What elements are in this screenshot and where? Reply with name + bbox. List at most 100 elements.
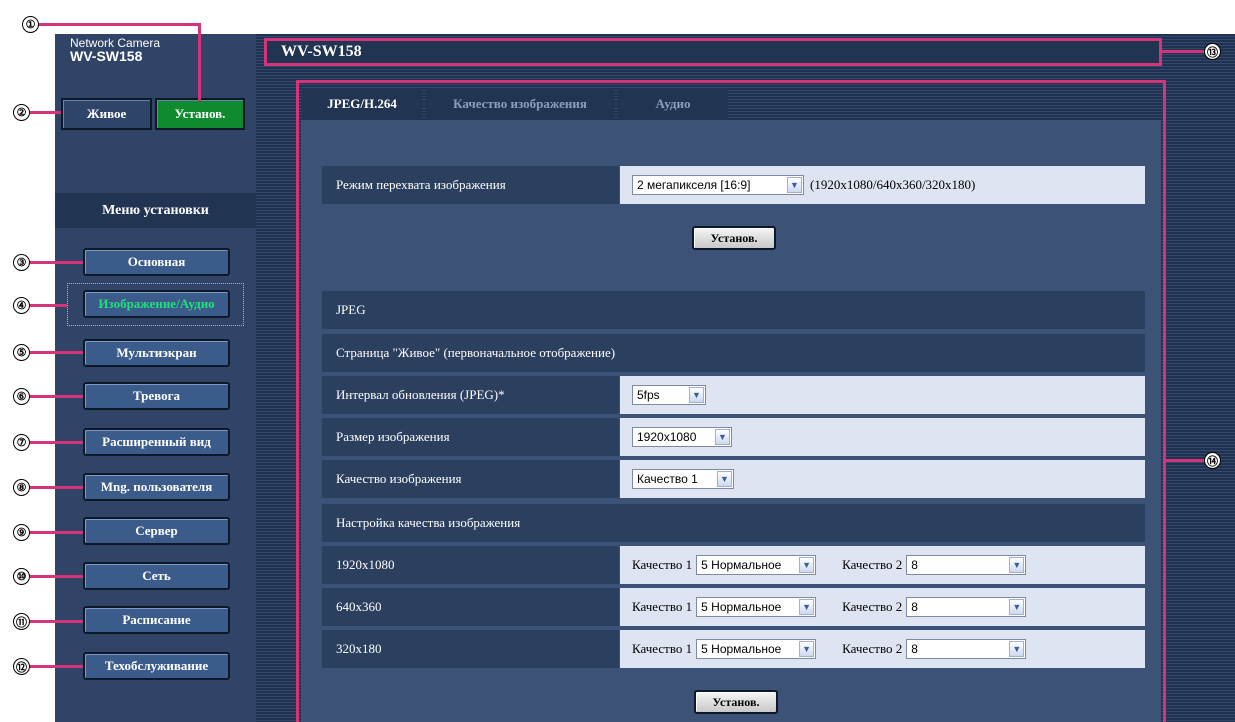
quality1-label: Качество 1 [632,557,693,572]
callout-line-12 [30,665,83,668]
callout-12: ⑫ [13,658,30,675]
live-button[interactable]: Живое [61,98,152,130]
menu-server-button[interactable]: Сервер [83,517,230,545]
jpeg-section-header: JPEG [322,291,1145,329]
quality2-select[interactable]: 8 ▼ [906,555,1027,575]
callout-13: ⑬ [1204,43,1221,60]
callout-3: ③ [13,254,30,271]
callout-4: ④ [13,297,30,314]
callout-line-14 [1166,459,1204,462]
callout-line-8 [30,486,83,489]
quality2-label: Качество 2 [842,557,903,572]
quality-row-resolution: 1920x1080 [322,546,619,584]
chevron-down-icon: ▼ [689,387,704,403]
callout-9: ⑨ [13,524,30,541]
quality2-label: Качество 2 [842,641,903,656]
quality1-select[interactable]: 5 Нормальное ▼ [696,555,817,575]
chevron-down-icon: ▼ [1009,641,1025,657]
quality1-value: 5 Нормальное [701,558,782,572]
image-quality-cell: Качество 1 ▼ [620,460,1145,498]
quality-row-cell: Качество 1 5 Нормальное ▼ Качество 2 8 ▼ [620,588,1145,626]
quality2-value: 8 [911,642,918,656]
callout-6: ⑥ [13,388,30,405]
brand: Network Camera WV-SW158 [70,37,160,64]
refresh-interval-label: Интервал обновления (JPEG)* [322,376,619,414]
jpeg-section-title: JPEG [336,302,366,317]
quality-settings-title: Настройка качества изображения [336,515,521,530]
live-page-title: Страница "Живое" (первоначальное отображ… [336,345,616,360]
quality-row-1920: 1920x1080 Качество 1 5 Нормальное ▼ Качес… [322,546,1145,584]
quality2-value: 8 [911,558,918,572]
callout-1: ① [22,16,39,33]
capture-mode-label: Режим перехвата изображения [322,166,619,204]
capture-mode-value-cell: 2 мегапикселя [16:9] ▼ (1920x1080/640x360… [620,166,1145,204]
menu-image-audio-button[interactable]: Изображение/Аудио [83,290,230,318]
image-size-cell: 1920x1080 ▼ [620,418,1145,456]
quality-row-resolution: 320x180 [322,630,619,668]
callout-line-7 [30,441,83,444]
refresh-interval-row: Интервал обновления (JPEG)* 5fps ▼ [322,376,1145,414]
callout-line-2 [30,111,61,114]
quality1-select[interactable]: 5 Нормальное ▼ [696,639,817,659]
image-size-select[interactable]: 1920x1080 ▼ [632,427,732,447]
image-quality-row: Качество изображения Качество 1 ▼ [322,460,1145,498]
menu-user-mng-button[interactable]: Mng. пользователя [83,473,230,501]
callout-line-4 [30,304,67,307]
callout-line-6 [30,395,83,398]
callout-line-1-h [31,23,201,26]
refresh-interval-select[interactable]: 5fps ▼ [632,385,706,405]
setup-button[interactable]: Установ. [155,98,245,130]
capture-mode-info: (1920x1080/640x360/320x180) [810,177,976,192]
chevron-down-icon: ▼ [717,471,732,487]
quality-row-resolution: 640x360 [322,588,619,626]
image-quality-select[interactable]: Качество 1 ▼ [632,469,734,489]
callout-line-13 [1162,50,1204,53]
chevron-down-icon: ▼ [1009,557,1025,573]
quality-row-cell: Качество 1 5 Нормальное ▼ Качество 2 8 ▼ [620,630,1145,668]
chevron-down-icon: ▼ [799,557,815,573]
menu-advanced-button[interactable]: Расширенный вид [83,428,230,456]
chevron-down-icon: ▼ [715,429,730,445]
set-button-capture[interactable]: Установ. [692,226,776,250]
chevron-down-icon: ▼ [799,599,815,615]
quality1-label: Качество 1 [632,641,693,656]
menu-network-button[interactable]: Сеть [83,562,230,590]
menu-multiscreen-button[interactable]: Мультиэкран [83,339,230,367]
capture-mode-select[interactable]: 2 мегапикселя [16:9] ▼ [632,175,804,195]
quality2-select[interactable]: 8 ▼ [906,639,1027,659]
quality-row-320: 320x180 Качество 1 5 Нормальное ▼ Качеств… [322,630,1145,668]
callout-8: ⑧ [13,479,30,496]
image-size-label: Размер изображения [322,418,619,456]
set-button-jpeg[interactable]: Установ. [694,690,778,714]
image-quality-label: Качество изображения [322,460,619,498]
live-page-header: Страница "Живое" (первоначальное отображ… [322,334,1145,372]
quality-row-640: 640x360 Качество 1 5 Нормальное ▼ Качеств… [322,588,1145,626]
chevron-down-icon: ▼ [787,177,802,193]
callout-10: ⑩ [13,568,30,585]
chevron-down-icon: ▼ [799,641,815,657]
image-size-row: Размер изображения 1920x1080 ▼ [322,418,1145,456]
quality2-value: 8 [911,600,918,614]
quality2-label: Качество 2 [842,599,903,614]
quality1-label: Качество 1 [632,599,693,614]
quality-row-cell: Качество 1 5 Нормальное ▼ Качество 2 8 ▼ [620,546,1145,584]
menu-basic-button[interactable]: Основная [83,248,230,276]
callout-line-9 [30,531,83,534]
quality2-select[interactable]: 8 ▼ [906,597,1027,617]
menu-alarm-button[interactable]: Тревога [83,382,230,410]
image-quality-value: Качество 1 [637,472,698,486]
brand-model: WV-SW158 [70,48,143,64]
quality1-select[interactable]: 5 Нормальное ▼ [696,597,817,617]
menu-maintenance-button[interactable]: Техобслуживание [83,652,230,680]
callout-line-3 [30,261,83,264]
callout-line-10 [30,575,83,578]
quality-settings-header: Настройка качества изображения [322,504,1145,542]
callout-line-11 [30,620,83,623]
menu-schedule-button[interactable]: Расписание [83,606,230,634]
capture-mode-row: Режим перехвата изображения 2 мегапиксел… [322,166,1145,204]
callout-11: ⑪ [13,613,30,630]
setup-menu-title: Меню установки [55,193,256,228]
callout-line-5 [30,351,83,354]
quality1-value: 5 Нормальное [701,642,782,656]
refresh-interval-value: 5fps [637,388,660,402]
